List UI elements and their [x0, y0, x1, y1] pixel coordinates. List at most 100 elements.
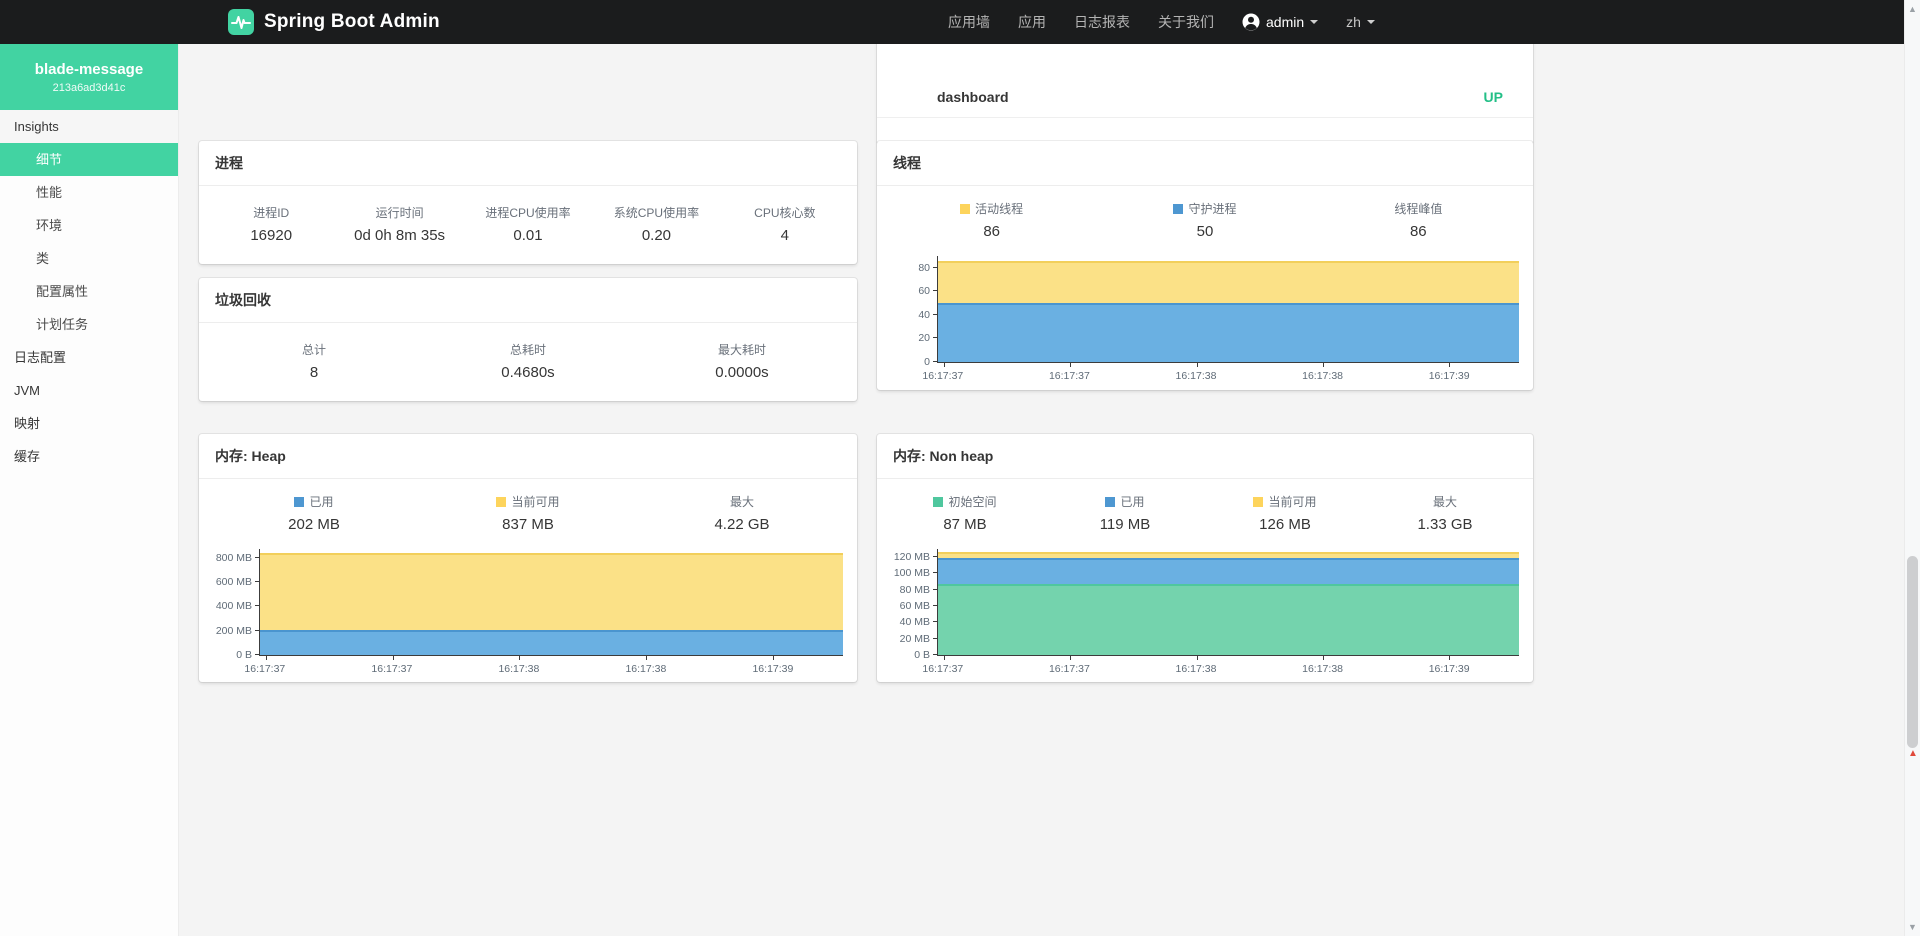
x-tick-label: 16:17:38 — [625, 663, 666, 675]
nav-item[interactable]: 关于我们 — [1158, 12, 1214, 32]
x-tick-label: 16:17:37 — [371, 663, 412, 675]
scrollbar-up-arrow-icon[interactable]: ▲ — [1905, 4, 1920, 14]
y-tick — [933, 290, 938, 291]
memory-nonheap-card-title: 内存: Non heap — [877, 434, 1533, 479]
gc-card-title: 垃圾回收 — [199, 278, 857, 323]
nav-item[interactable]: 应用墙 — [948, 12, 990, 32]
metric: 进程ID16920 — [207, 204, 335, 244]
sidebar-item[interactable]: JVM — [0, 374, 178, 407]
health-row-dashboard[interactable]: dashboard UP — [877, 89, 1533, 118]
y-tick — [933, 556, 938, 557]
main-content: dashboard UP 进程 进程ID16920运行时间0d 0h 8m 35… — [179, 44, 1904, 936]
y-tick-label: 60 MB — [900, 600, 930, 612]
nav-item[interactable]: 日志报表 — [1074, 12, 1130, 32]
metric-label: 进程ID — [207, 204, 335, 221]
chevron-down-icon — [1367, 20, 1375, 28]
spring-boot-admin-logo-icon — [228, 9, 254, 35]
x-tick-label: 16:17:39 — [1429, 663, 1470, 675]
sidebar-item-insights[interactable]: 类 — [0, 242, 178, 275]
metric: 初始空间87 MB — [885, 493, 1045, 533]
memory-nonheap-card: 内存: Non heap 初始空间87 MB已用119 MB当前可用126 MB… — [877, 434, 1533, 682]
y-tick — [933, 638, 938, 639]
y-tick — [933, 572, 938, 573]
metric-value: 4 — [721, 227, 849, 244]
process-card-title: 进程 — [199, 141, 857, 186]
y-tick — [933, 654, 938, 655]
instance-header[interactable]: blade-message 213a6ad3d41c — [0, 44, 178, 110]
x-tick-label: 16:17:39 — [1429, 370, 1470, 382]
metric: 活动线程86 — [885, 200, 1098, 240]
metric-value: 0.0000s — [635, 364, 849, 381]
threads-card: 线程 活动线程86守护进程50线程峰值86 02040608016:17:371… — [877, 141, 1533, 390]
sidebar-item-active[interactable]: 细节 — [0, 143, 178, 176]
user-name: admin — [1266, 14, 1304, 30]
metric-value: 1.33 GB — [1365, 516, 1525, 533]
metric-value: 50 — [1098, 223, 1311, 240]
legend-swatch-icon — [1253, 497, 1263, 507]
y-tick-label: 40 — [918, 309, 930, 321]
y-tick — [933, 337, 938, 338]
nav-item[interactable]: 应用 — [1018, 12, 1046, 32]
status-badge: UP — [1484, 89, 1503, 105]
x-tick-label: 16:17:38 — [1176, 663, 1217, 675]
metric: 系统CPU使用率0.20 — [592, 204, 720, 244]
scrollbar-thumb[interactable] — [1907, 556, 1918, 748]
metric: 已用202 MB — [207, 493, 421, 533]
metric-value: 837 MB — [421, 516, 635, 533]
x-tick-label: 16:17:38 — [498, 663, 539, 675]
y-tick-label: 40 MB — [900, 616, 930, 628]
y-tick — [255, 630, 260, 631]
metric-label: 最大耗时 — [635, 341, 849, 358]
process-card: 进程 进程ID16920运行时间0d 0h 8m 35s进程CPU使用率0.01… — [199, 141, 857, 264]
threads-chart: 02040608016:17:3716:17:3716:17:3816:17:3… — [893, 256, 1519, 385]
sidebar-group-insights[interactable]: Insights — [0, 110, 178, 143]
y-tick — [255, 557, 260, 558]
gc-metrics: 总计8总耗时0.4680s最大耗时0.0000s — [199, 323, 857, 401]
sidebar-item[interactable]: 日志配置 — [0, 341, 178, 374]
metric: 进程CPU使用率0.01 — [464, 204, 592, 244]
threads-card-title: 线程 — [877, 141, 1533, 186]
y-tick-label: 400 MB — [216, 600, 252, 612]
language-menu[interactable]: zh — [1346, 14, 1375, 30]
y-tick — [933, 621, 938, 622]
gc-card: 垃圾回收 总计8总耗时0.4680s最大耗时0.0000s — [199, 278, 857, 401]
sidebar-item-insights[interactable]: 性能 — [0, 176, 178, 209]
sidebar: blade-message 213a6ad3d41c Insights 细节性能… — [0, 44, 179, 936]
navbar-menu: 应用墙 应用 日志报表 关于我们 admin zh — [948, 0, 1375, 44]
x-tick-label: 16:17:37 — [244, 663, 285, 675]
metric: 守护进程50 — [1098, 200, 1311, 240]
metric: 最大1.33 GB — [1365, 493, 1525, 533]
metric-label: 运行时间 — [335, 204, 463, 221]
y-tick-label: 20 — [918, 332, 930, 344]
metric-value: 4.22 GB — [635, 516, 849, 533]
sidebar-item-insights[interactable]: 配置属性 — [0, 275, 178, 308]
y-tick-label: 80 MB — [900, 584, 930, 596]
area-series — [938, 303, 1519, 362]
sidebar-item[interactable]: 映射 — [0, 407, 178, 440]
x-tick-label: 16:17:39 — [752, 663, 793, 675]
metric-value: 126 MB — [1205, 516, 1365, 533]
y-tick — [933, 314, 938, 315]
y-tick — [255, 654, 260, 655]
user-menu[interactable]: admin — [1242, 13, 1318, 31]
memory-heap-card: 内存: Heap 已用202 MB当前可用837 MB最大4.22 GB 0 B… — [199, 434, 857, 682]
brand-link[interactable]: Spring Boot Admin — [228, 0, 440, 44]
sidebar-item[interactable]: 缓存 — [0, 440, 178, 473]
legend-swatch-icon — [294, 497, 304, 507]
y-tick-label: 0 B — [236, 649, 252, 661]
scrollbar-down-arrow-icon[interactable]: ▼ — [1905, 922, 1920, 932]
page-scrollbar[interactable]: ▲ ▲ ▼ — [1904, 0, 1920, 936]
scrollbar-marker-icon: ▲ — [1908, 748, 1918, 759]
metric-value: 0.20 — [592, 227, 720, 244]
area-series — [260, 630, 843, 655]
y-tick-label: 200 MB — [216, 625, 252, 637]
metric-label: 已用 — [1045, 493, 1205, 510]
memory-nonheap-chart: 0 B20 MB40 MB60 MB80 MB100 MB120 MB16:17… — [893, 549, 1519, 678]
instance-name: blade-message — [35, 61, 143, 78]
user-avatar-icon — [1242, 13, 1260, 31]
metric: 总耗时0.4680s — [421, 341, 635, 381]
sidebar-item-insights[interactable]: 计划任务 — [0, 308, 178, 341]
y-tick — [933, 589, 938, 590]
sidebar-item-insights[interactable]: 环境 — [0, 209, 178, 242]
y-tick-label: 600 MB — [216, 576, 252, 588]
